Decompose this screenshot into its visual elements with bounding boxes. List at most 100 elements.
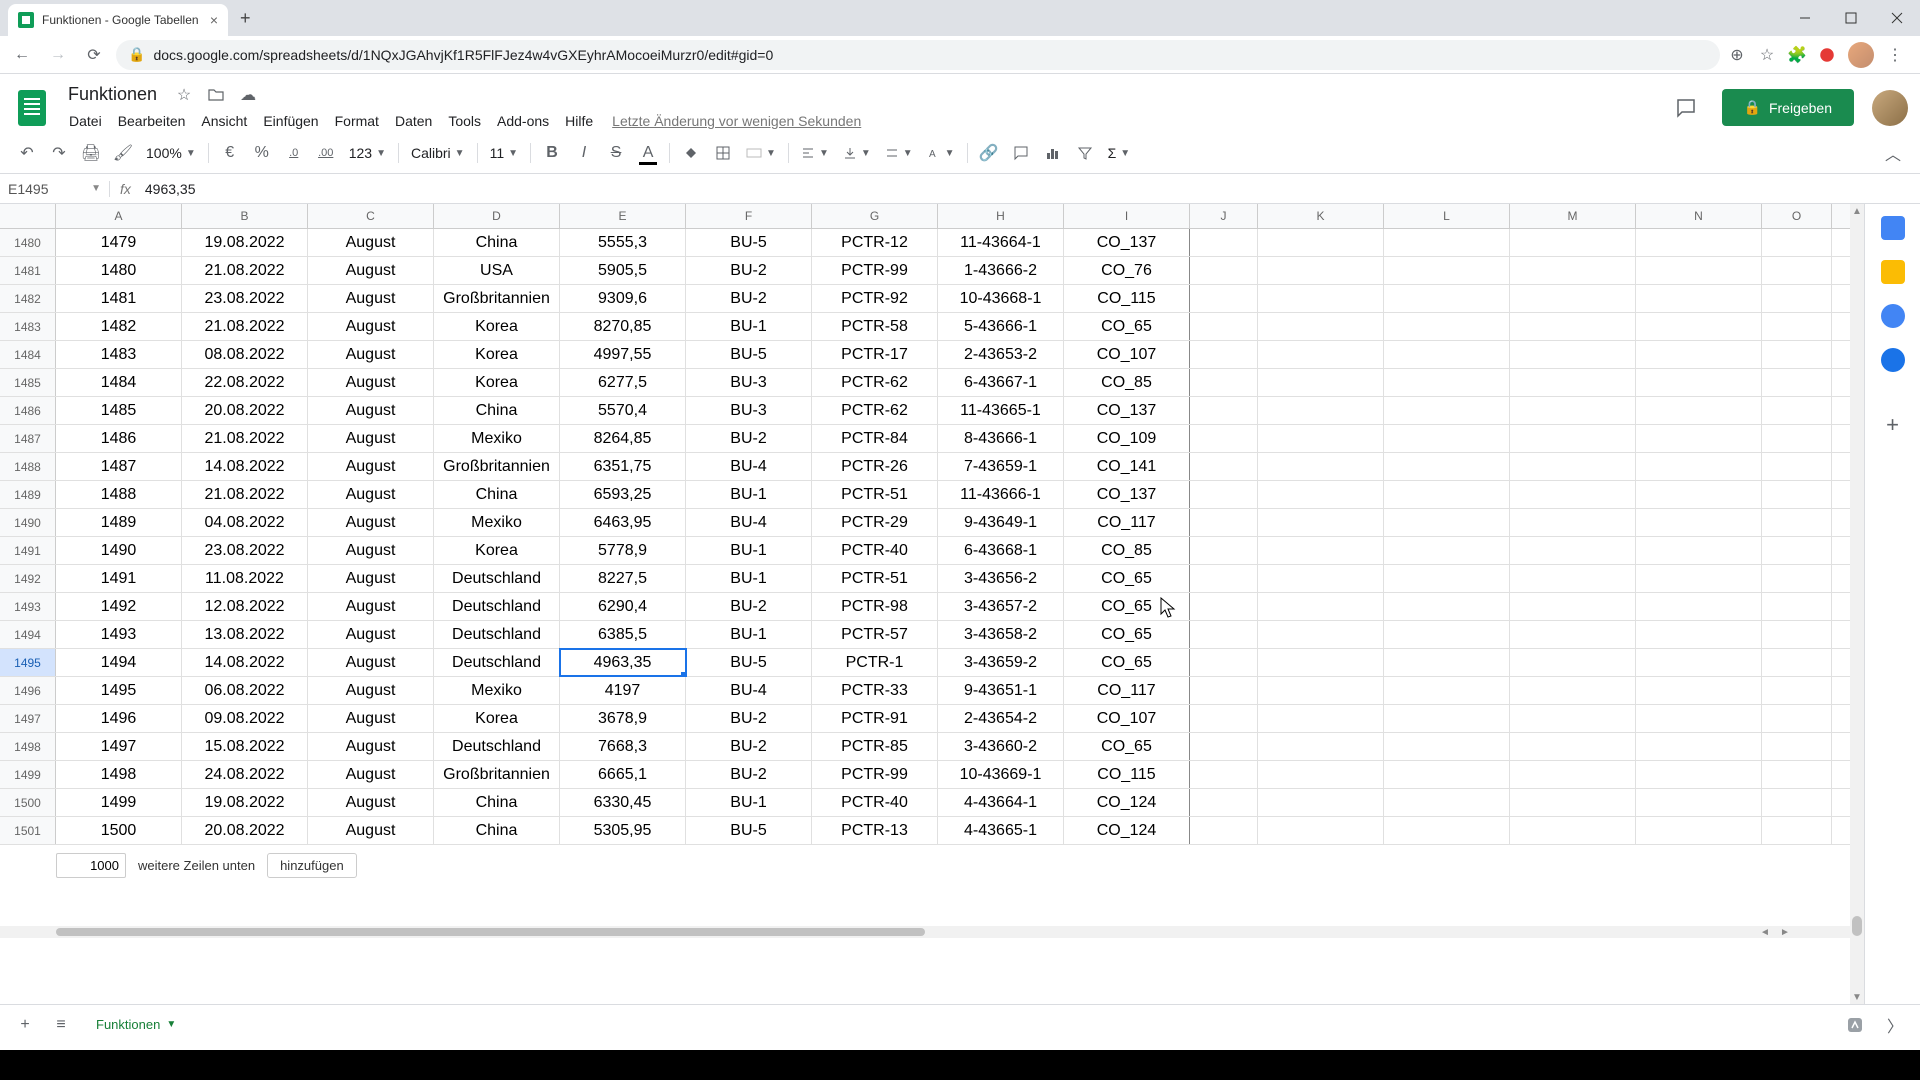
cell[interactable] — [1510, 789, 1636, 816]
cell[interactable]: 3-43660-2 — [938, 733, 1064, 760]
cell[interactable]: BU-5 — [686, 649, 812, 676]
zoom-select[interactable]: 100%▼ — [140, 145, 202, 161]
cell[interactable]: PCTR-13 — [812, 817, 938, 844]
cell[interactable] — [1762, 285, 1832, 312]
cell[interactable]: BU-4 — [686, 677, 812, 704]
cell[interactable]: 10-43669-1 — [938, 761, 1064, 788]
cell[interactable]: PCTR-98 — [812, 593, 938, 620]
cell[interactable] — [1384, 369, 1510, 396]
cell[interactable]: 1483 — [56, 341, 182, 368]
cell[interactable] — [1258, 733, 1384, 760]
window-minimize-button[interactable] — [1782, 0, 1828, 36]
cell[interactable]: Deutschland — [434, 593, 560, 620]
cell[interactable]: August — [308, 425, 434, 452]
cell[interactable]: 22.08.2022 — [182, 369, 308, 396]
cell[interactable]: 3678,9 — [560, 705, 686, 732]
cell[interactable]: 6-43668-1 — [938, 537, 1064, 564]
cell[interactable]: 1481 — [56, 285, 182, 312]
cell[interactable]: 1495 — [56, 677, 182, 704]
menu-format[interactable]: Format — [328, 109, 386, 133]
font-select[interactable]: Calibri▼ — [405, 145, 471, 161]
cell[interactable]: Deutschland — [434, 733, 560, 760]
cell[interactable]: 1484 — [56, 369, 182, 396]
add-sidebar-button[interactable]: + — [1886, 412, 1899, 438]
cell[interactable]: 1486 — [56, 425, 182, 452]
cell[interactable]: PCTR-62 — [812, 369, 938, 396]
cell[interactable]: China — [434, 817, 560, 844]
percent-button[interactable]: % — [247, 139, 277, 167]
cell[interactable] — [1510, 621, 1636, 648]
cell[interactable] — [1384, 593, 1510, 620]
cell[interactable] — [1636, 705, 1762, 732]
reload-button[interactable]: ⟳ — [80, 41, 108, 69]
cell[interactable]: 1491 — [56, 565, 182, 592]
redo-button[interactable]: ↷ — [44, 139, 74, 167]
cell[interactable]: PCTR-85 — [812, 733, 938, 760]
cell[interactable] — [1762, 593, 1832, 620]
cell[interactable]: Deutschland — [434, 649, 560, 676]
vscroll-up-button[interactable]: ▲ — [1850, 204, 1864, 218]
cell[interactable]: USA — [434, 257, 560, 284]
sheet-tab-menu-icon[interactable]: ▼ — [166, 1019, 176, 1030]
cell[interactable]: Großbritannien — [434, 453, 560, 480]
filter-button[interactable] — [1070, 139, 1100, 167]
cell[interactable] — [1384, 229, 1510, 256]
cell[interactable] — [1762, 453, 1832, 480]
cell[interactable]: 20.08.2022 — [182, 397, 308, 424]
forward-button[interactable]: → — [44, 41, 72, 69]
cell[interactable]: 8264,85 — [560, 425, 686, 452]
cell[interactable]: 2-43653-2 — [938, 341, 1064, 368]
cell[interactable]: Mexiko — [434, 425, 560, 452]
cell[interactable] — [1190, 481, 1258, 508]
cell[interactable]: 09.08.2022 — [182, 705, 308, 732]
cell[interactable]: BU-1 — [686, 537, 812, 564]
cell[interactable] — [1510, 397, 1636, 424]
cell[interactable] — [1762, 761, 1832, 788]
cell[interactable]: CO_141 — [1064, 453, 1190, 480]
row-header[interactable]: 1480 — [0, 229, 56, 256]
cell[interactable]: 1-43666-2 — [938, 257, 1064, 284]
cell[interactable] — [1636, 397, 1762, 424]
cell[interactable] — [1762, 425, 1832, 452]
row-header[interactable]: 1490 — [0, 509, 56, 536]
row-header[interactable]: 1493 — [0, 593, 56, 620]
cell[interactable]: August — [308, 537, 434, 564]
cell[interactable]: August — [308, 453, 434, 480]
cell[interactable] — [1636, 817, 1762, 844]
hscroll-left-button[interactable]: ◄ — [1756, 926, 1774, 938]
hscroll-thumb[interactable] — [56, 928, 925, 936]
formula-input[interactable]: 4963,35 — [141, 181, 1920, 197]
cell[interactable] — [1384, 789, 1510, 816]
cell[interactable]: PCTR-84 — [812, 425, 938, 452]
cell[interactable] — [1190, 369, 1258, 396]
cell[interactable] — [1636, 649, 1762, 676]
cell[interactable] — [1384, 453, 1510, 480]
cell[interactable]: 8227,5 — [560, 565, 686, 592]
cell[interactable]: Mexiko — [434, 509, 560, 536]
cell[interactable]: PCTR-57 — [812, 621, 938, 648]
paint-format-button[interactable]: 🖌 — [108, 139, 138, 167]
cell[interactable]: 6593,25 — [560, 481, 686, 508]
cell[interactable]: 5905,5 — [560, 257, 686, 284]
cell[interactable] — [1762, 705, 1832, 732]
cell[interactable] — [1258, 509, 1384, 536]
cell[interactable] — [1190, 565, 1258, 592]
cell[interactable]: 8270,85 — [560, 313, 686, 340]
cell[interactable] — [1190, 341, 1258, 368]
cell[interactable] — [1384, 761, 1510, 788]
cell[interactable] — [1510, 705, 1636, 732]
cell[interactable]: August — [308, 341, 434, 368]
cell[interactable]: 14.08.2022 — [182, 649, 308, 676]
insert-chart-button[interactable] — [1038, 139, 1068, 167]
window-maximize-button[interactable] — [1828, 0, 1874, 36]
cell[interactable] — [1510, 341, 1636, 368]
cell[interactable]: PCTR-33 — [812, 677, 938, 704]
vscroll-down-button[interactable]: ▼ — [1850, 990, 1864, 1004]
column-header-B[interactable]: B — [182, 204, 308, 228]
cell[interactable]: BU-3 — [686, 397, 812, 424]
column-header-K[interactable]: K — [1258, 204, 1384, 228]
cell[interactable] — [1258, 369, 1384, 396]
cell[interactable]: China — [434, 397, 560, 424]
cell[interactable] — [1762, 369, 1832, 396]
cell[interactable]: August — [308, 397, 434, 424]
